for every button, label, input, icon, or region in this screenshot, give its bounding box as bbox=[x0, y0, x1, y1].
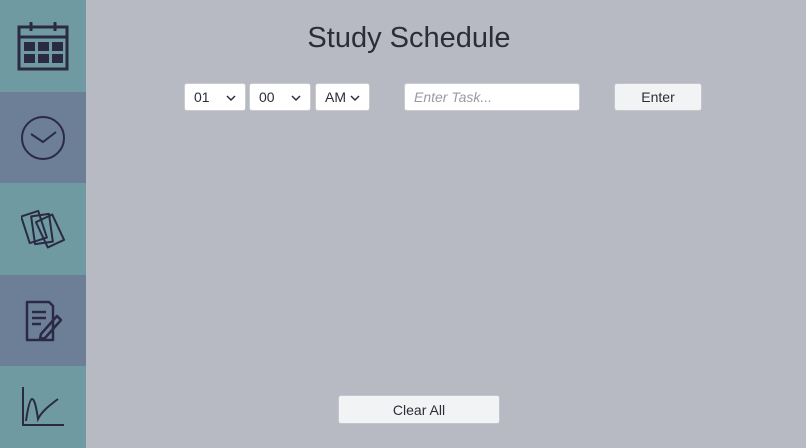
sidebar-item-clock[interactable] bbox=[0, 92, 86, 183]
chevron-down-icon bbox=[350, 95, 360, 102]
notes-edit-icon bbox=[25, 300, 63, 341]
graph-icon bbox=[22, 387, 64, 426]
sidebar bbox=[0, 0, 86, 448]
minute-value: 00 bbox=[259, 89, 275, 105]
flashcards-icon bbox=[21, 209, 65, 249]
sidebar-item-graph[interactable] bbox=[0, 366, 86, 448]
clock-icon bbox=[21, 115, 65, 160]
page-title: Study Schedule bbox=[307, 22, 511, 54]
chevron-down-icon bbox=[226, 95, 236, 102]
ampm-value: AM bbox=[325, 89, 346, 105]
hour-value: 01 bbox=[194, 89, 210, 105]
hour-select[interactable]: 01 bbox=[184, 83, 246, 111]
chevron-down-icon bbox=[291, 95, 301, 102]
task-input[interactable] bbox=[404, 83, 580, 111]
sidebar-item-calendar[interactable] bbox=[0, 0, 86, 92]
sidebar-item-notes[interactable] bbox=[0, 275, 86, 366]
clear-all-button[interactable]: Clear All bbox=[338, 395, 500, 424]
ampm-select[interactable]: AM bbox=[315, 83, 370, 111]
sidebar-item-cards[interactable] bbox=[0, 183, 86, 275]
calendar-icon bbox=[17, 22, 69, 71]
enter-button[interactable]: Enter bbox=[614, 83, 702, 111]
minute-select[interactable]: 00 bbox=[249, 83, 311, 111]
